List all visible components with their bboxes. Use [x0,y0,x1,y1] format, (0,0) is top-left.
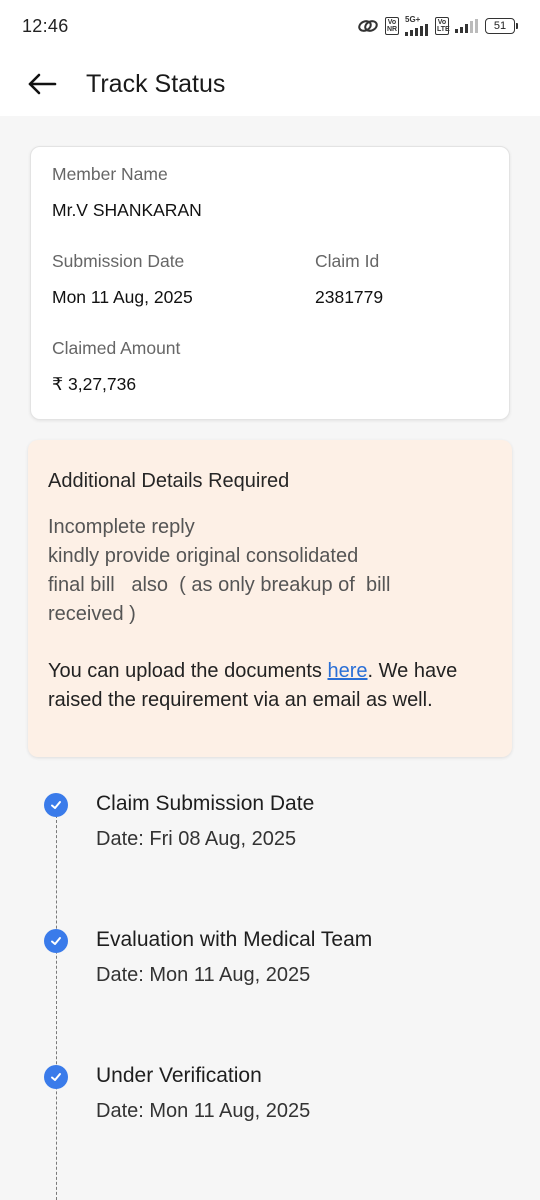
additional-details-notice: Additional Details Required Incomplete r… [28,440,512,757]
member-name-value: Mr.V SHANKARAN [52,200,202,220]
timeline-step-date: Date: Fri 08 Aug, 2025 [96,828,297,850]
claim-id-label: Claim Id [315,251,380,271]
timeline-step-date: Date: Mon 11 Aug, 2025 [96,1100,311,1122]
net1-top-label: Vo [387,19,397,26]
timeline-connector [56,810,57,1200]
upload-instructions: You can upload the documents here. We ha… [48,657,492,715]
timeline-step: Evaluation with Medical Team Date: Mon 1… [0,916,540,996]
upload-prefix: You can upload the documents [48,660,328,682]
net1-bottom-label: NR [387,26,398,33]
timeline-step-title: Claim Submission Date [96,792,315,815]
net2-top-label: Vo [437,19,447,26]
page-title: Track Status [86,69,226,98]
upload-here-link[interactable]: here [327,660,367,682]
status-timeline: Claim Submission Date Date: Fri 08 Aug, … [0,780,540,1200]
member-name-label: Member Name [52,164,168,184]
check-circle-icon [44,929,68,953]
signal-bars-icon [405,24,428,36]
submission-date-value: Mon 11 Aug, 2025 [52,287,193,307]
status-icons: Vo NR 5G+ Vo LTE 51 [357,16,518,36]
check-circle-icon [44,793,68,817]
app-bar: Track Status [0,52,540,116]
battery-icon: 51 [485,18,518,34]
back-button[interactable] [22,64,62,104]
signal-1: 5G+ [405,16,429,36]
notice-heading: Additional Details Required [48,470,290,492]
claim-id-value: 2381779 [315,287,384,307]
signal-bars-icon-2 [455,19,478,33]
claimed-amount-value: ₹ 3,27,736 [52,374,137,394]
timeline-step-title: Evaluation with Medical Team [96,928,373,951]
arrow-left-icon [28,73,57,95]
status-bar: 12:46 Vo NR 5G+ Vo LTE 51 [0,0,540,52]
timeline-step: Under Verification Date: Mon 11 Aug, 202… [0,1052,540,1132]
volte-lte-badge: Vo LTE [435,17,450,35]
net2-bottom-label: LTE [437,26,450,33]
notice-reply-text: Incomplete reply kindly provide original… [48,516,391,625]
battery-level: 51 [493,20,507,32]
submission-date-label: Submission Date [52,251,185,271]
link-icon [358,20,378,32]
timeline-step-date: Date: Mon 11 Aug, 2025 [96,964,311,986]
timeline-step: Claim Submission Date Date: Fri 08 Aug, … [0,780,540,860]
status-time: 12:46 [22,15,69,36]
net1-type-label: 5G+ [405,15,421,24]
check-circle-icon [44,1065,68,1089]
claimed-amount-label: Claimed Amount [52,338,181,358]
timeline-step-title: Under Verification [96,1064,262,1087]
volte-nr-badge: Vo NR [385,17,399,35]
claim-summary-card: Member Name Mr.V SHANKARAN Submission Da… [30,146,510,420]
